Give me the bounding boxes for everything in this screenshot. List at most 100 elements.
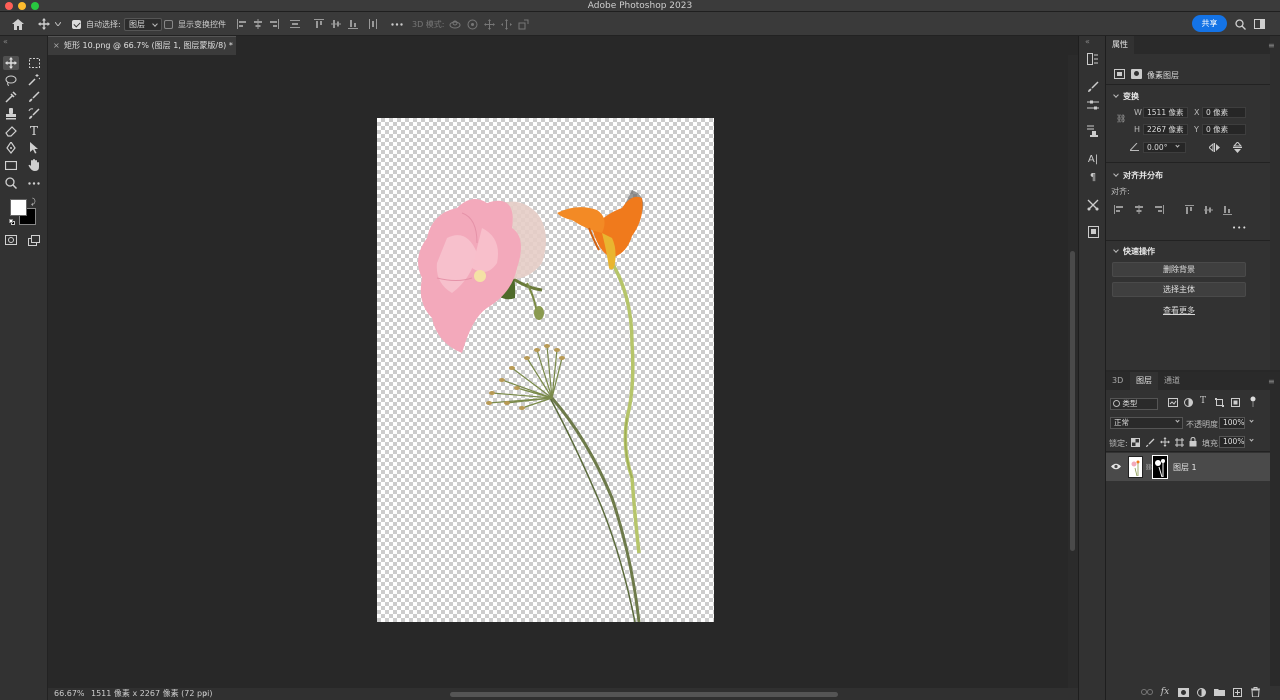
pen-tool-icon[interactable] — [3, 141, 19, 155]
filter-adjustment-icon[interactable] — [1184, 398, 1193, 410]
clone-source-icon[interactable] — [1086, 124, 1100, 138]
align-right-icon[interactable] — [268, 18, 280, 30]
horizontal-scroll-thumb[interactable] — [450, 692, 838, 697]
see-more-link[interactable]: 查看更多 — [1163, 305, 1195, 316]
filter-toggle-icon[interactable] — [1250, 396, 1256, 411]
magic-wand-icon[interactable] — [26, 73, 42, 87]
layer-name[interactable]: 图层 1 — [1173, 462, 1197, 473]
lock-all-icon[interactable] — [1189, 436, 1197, 450]
move-tool-icon[interactable] — [3, 56, 19, 70]
eye-icon[interactable] — [1111, 463, 1121, 473]
zoom-tool-icon[interactable] — [3, 176, 19, 190]
collapse-toolbar-icon[interactable]: « — [3, 37, 8, 46]
path-select-icon[interactable] — [26, 141, 42, 155]
filter-shape-icon[interactable] — [1215, 398, 1224, 410]
delete-layer-icon[interactable] — [1248, 686, 1262, 698]
distribute-icon[interactable] — [289, 18, 301, 30]
rectangle-tool-icon[interactable] — [3, 158, 19, 172]
move-tool-icon[interactable] — [38, 18, 50, 30]
vertical-scroll-thumb[interactable] — [1070, 251, 1075, 551]
status-menu-arrow[interactable]: › — [204, 688, 207, 700]
layers-menu-icon[interactable]: ≡ — [1268, 377, 1275, 386]
swap-colors-icon[interactable]: ⤸ — [31, 197, 36, 207]
align-top-icon[interactable] — [1185, 205, 1194, 218]
screen-mode-icon[interactable] — [26, 233, 42, 247]
document-tab[interactable]: × 矩形 10.png @ 66.7% (图层 1, 图层蒙版/8) * — [48, 36, 236, 55]
marquee-tool-icon[interactable] — [26, 56, 42, 70]
align-more-button[interactable]: ••• — [1232, 224, 1247, 232]
filter-pixel-icon[interactable] — [1168, 398, 1178, 410]
new-layer-icon[interactable] — [1230, 686, 1244, 698]
blend-mode-dropdown[interactable]: 正常 — [1110, 417, 1183, 429]
history-brush-icon[interactable] — [26, 107, 42, 121]
tool-presets-icon[interactable] — [1086, 198, 1100, 212]
properties-menu-icon[interactable]: ≡ — [1268, 41, 1275, 50]
character-panel-icon[interactable]: A| — [1086, 152, 1100, 166]
more-options-icon[interactable] — [391, 18, 403, 30]
share-button[interactable]: 共享 — [1192, 15, 1227, 32]
brush-icon[interactable] — [26, 90, 42, 104]
more-tools-icon[interactable] — [26, 176, 42, 190]
fill-field[interactable]: 100% — [1219, 436, 1245, 448]
layer-mask-icon[interactable] — [1131, 69, 1142, 79]
lock-transparent-icon[interactable] — [1131, 438, 1140, 450]
tab-layers[interactable]: 图层 — [1130, 372, 1158, 390]
layer-filter-dropdown[interactable]: 类型 — [1110, 398, 1158, 410]
align-section-title[interactable]: 对齐并分布 — [1113, 170, 1163, 181]
filter-smart-object-icon[interactable] — [1231, 398, 1240, 410]
align-right-icon[interactable] — [1154, 205, 1164, 217]
align-center-h-icon[interactable] — [252, 18, 264, 30]
align-left-icon[interactable] — [1114, 205, 1124, 217]
home-icon[interactable] — [11, 17, 25, 31]
align-middle-v-icon[interactable] — [1204, 205, 1213, 218]
align-left-icon[interactable] — [236, 18, 248, 30]
orbit-3d-icon[interactable] — [449, 18, 461, 30]
transform-section-title[interactable]: 变换 — [1113, 91, 1139, 102]
adjustment-layer-icon[interactable] — [1194, 686, 1208, 698]
tab-channels[interactable]: 通道 — [1158, 372, 1186, 390]
link-layers-icon[interactable] — [1140, 686, 1154, 698]
opacity-field[interactable]: 100% — [1219, 417, 1245, 429]
tab-3d[interactable]: 3D — [1106, 372, 1129, 390]
auto-select-dropdown[interactable]: 图层 — [124, 17, 162, 31]
chevron-down-icon[interactable] — [54, 18, 62, 30]
height-field[interactable]: 2267 像素 — [1143, 124, 1188, 135]
paragraph-panel-icon[interactable]: ¶ — [1086, 170, 1100, 184]
zoom-level[interactable]: 66.67% — [54, 688, 85, 700]
expand-dock-icon[interactable]: « — [1085, 37, 1090, 46]
close-tab-icon[interactable]: × — [53, 37, 60, 55]
align-center-h-icon[interactable] — [1134, 205, 1144, 217]
document-canvas[interactable] — [377, 118, 714, 623]
lock-position-icon[interactable] — [1160, 437, 1170, 450]
default-colors-icon[interactable] — [9, 219, 15, 225]
tab-properties[interactable]: 属性 — [1106, 36, 1134, 54]
quick-mask-icon[interactable] — [3, 233, 19, 247]
flip-vertical-icon[interactable] — [1232, 141, 1243, 156]
angle-field[interactable]: 0.00° — [1143, 142, 1186, 153]
x-field[interactable]: 0 像素 — [1202, 107, 1246, 118]
distribute-v-icon[interactable] — [367, 18, 379, 30]
remove-background-button[interactable]: 删除背景 — [1112, 262, 1246, 277]
brush-settings-icon[interactable] — [1086, 80, 1100, 94]
layers-scrollbar[interactable] — [1270, 390, 1280, 686]
filter-type-icon[interactable]: T — [1200, 396, 1206, 406]
history-panel-icon[interactable] — [1086, 52, 1100, 66]
vertical-scrollbar[interactable] — [1068, 55, 1078, 688]
align-bottom-icon[interactable] — [1223, 205, 1232, 218]
align-middle-v-icon[interactable] — [330, 18, 342, 30]
eyedropper-icon[interactable] — [3, 90, 19, 104]
stamp-icon[interactable] — [3, 107, 19, 121]
hand-tool-icon[interactable] — [26, 158, 42, 172]
libraries-icon[interactable] — [1086, 225, 1100, 239]
eraser-icon[interactable] — [3, 124, 19, 138]
show-transform-checkbox[interactable] — [164, 19, 173, 29]
workspace-icon[interactable] — [1253, 18, 1265, 30]
type-tool-icon[interactable]: T — [26, 124, 42, 138]
search-icon[interactable] — [1234, 18, 1246, 30]
slide-3d-icon[interactable] — [500, 18, 512, 30]
select-subject-button[interactable]: 选择主体 — [1112, 282, 1246, 297]
pan-3d-icon[interactable] — [483, 18, 495, 30]
roll-3d-icon[interactable] — [466, 18, 478, 30]
fx-icon[interactable]: fx — [1158, 686, 1172, 698]
layer-row[interactable]: ⛓ 图层 1 — [1106, 453, 1270, 481]
